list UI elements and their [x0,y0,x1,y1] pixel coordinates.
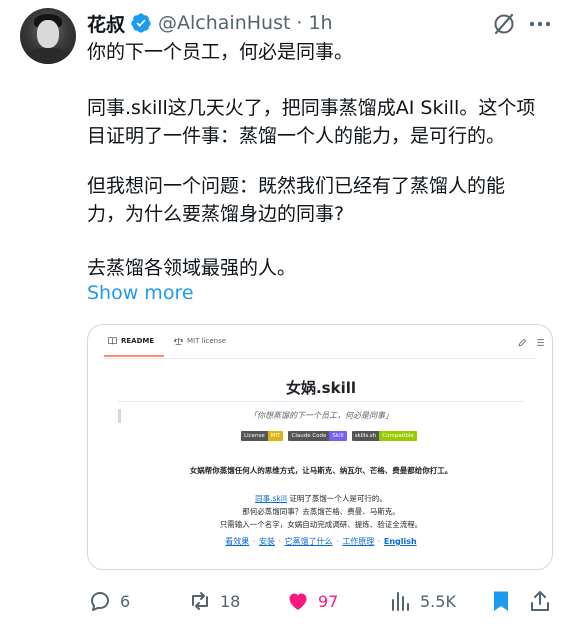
like-icon [289,593,307,610]
more-icon[interactable] [528,20,552,28]
action-bar: 6 18 97 5.5K [0,588,576,614]
desc-line-2: 那何必蒸馏同事？去蒸馏芒格、费曼、马斯克。 [242,507,400,516]
author-name[interactable]: 花叔 [87,10,125,37]
project-description: 女娲帮你蒸馏任何人的思维方式，让马斯克、纳瓦尔、芒格、费曼都给你打工。 [189,466,453,475]
post-header: 花叔 @AlchainHust · 1h [87,10,333,36]
link-separator: · [278,537,282,546]
reply-button[interactable]: 6 [88,588,130,614]
author-handle[interactable]: @AlchainHust [158,12,290,34]
project-title: 女娲.skill [285,379,357,397]
tab-underline [104,355,164,357]
time-separator: · [296,12,303,34]
badge-label: License [241,431,268,441]
post-text-line: 去蒸馏各领域最强的人。 [87,257,297,279]
post-text-line: 目证明了一件事：蒸馏一个人的能力，是可行的。 [87,125,506,147]
post-text-line: 同事.skill这几天火了，把同事蒸馏成AI Skill。这个项 [87,97,536,119]
book-icon [108,337,117,345]
desc-line-1-text: 证明了蒸馏一个人是可行的。 [287,494,387,503]
tongshi-skill-link: 同事.skill [255,494,287,503]
tab-license: MIT license [174,337,226,345]
pencil-icon [518,338,527,347]
views-count: 5.5K [420,591,456,611]
desc-line-1: 同事.skill 证明了蒸馏一个人是可行的。 [88,493,552,504]
link-install: 安装 [258,537,275,546]
like-button[interactable]: 97 [286,588,338,614]
list-icon [537,339,544,346]
link-separator: · [252,537,256,546]
bookmark-button[interactable] [489,588,521,614]
badge-row: License MIT Claude Code Skill skills.sh … [241,431,417,441]
tab-readme: README [104,337,164,357]
badge-value: Skill [329,431,347,441]
reply-count: 6 [120,591,131,611]
link-demo: 看效果 [225,537,250,546]
badge-value: Compatible [379,431,417,441]
tab-license-label: MIT license [187,337,227,345]
repost-icon [192,592,208,610]
avatar-face [37,20,59,48]
grok-icon[interactable] [492,12,516,36]
readme-nav-links: 看效果 · 安装 · 它蒸馏了什么 · 工作原理 · English [88,536,552,547]
media-card[interactable]: README MIT license 女娲.skill 「你想蒸馏的下一个员工，… [87,324,553,570]
license-badge: License MIT [241,431,284,441]
post-text-line: 但我想问一个问题：既然我们已经有了蒸馏人的能 [87,175,506,197]
badge-label: Claude Code [288,431,330,441]
desc-line-3: 只需输入一个名字，女娲自动完成调研、提炼、验证全流程。 [219,520,423,529]
post-text-line: 你的下一个员工，何必是同事。 [87,41,354,63]
skills-sh-badge: skills.sh Compatible [351,431,417,441]
badge-label: skills.sh [351,431,380,441]
reply-icon [91,592,109,611]
badge-value: MIT [267,431,284,441]
link-separator: · [336,537,339,546]
link-what-distilled: 它蒸馏了什么 [284,537,333,546]
repost-count: 18 [220,591,241,611]
claude-code-badge: Claude Code Skill [288,431,347,441]
post-time[interactable]: 1h [308,12,332,34]
avatar-body [26,48,70,64]
readme-tab-bar: README MIT license [104,333,544,359]
link-separator: · [377,537,381,546]
link-english: English [383,537,417,546]
share-icon [531,591,549,611]
divider [118,401,524,402]
bookmark-icon [494,591,508,611]
link-how-it-works: 工作原理 [342,537,375,546]
tab-readme-label: README [121,337,155,345]
views-button[interactable]: 5.5K [388,588,456,614]
views-icon [392,592,409,611]
show-more-link[interactable]: Show more [87,282,194,304]
repost-button[interactable]: 18 [188,588,240,614]
like-count: 97 [318,591,339,611]
verified-badge-icon [131,13,151,33]
avatar[interactable] [20,8,76,64]
share-button[interactable] [528,588,560,614]
scale-icon [174,337,183,345]
project-quote: 「你想蒸馏的下一个员工，何必是同事」 [249,411,393,420]
post-text-line: 力，为什么要蒸馏身边的同事? [87,203,345,225]
